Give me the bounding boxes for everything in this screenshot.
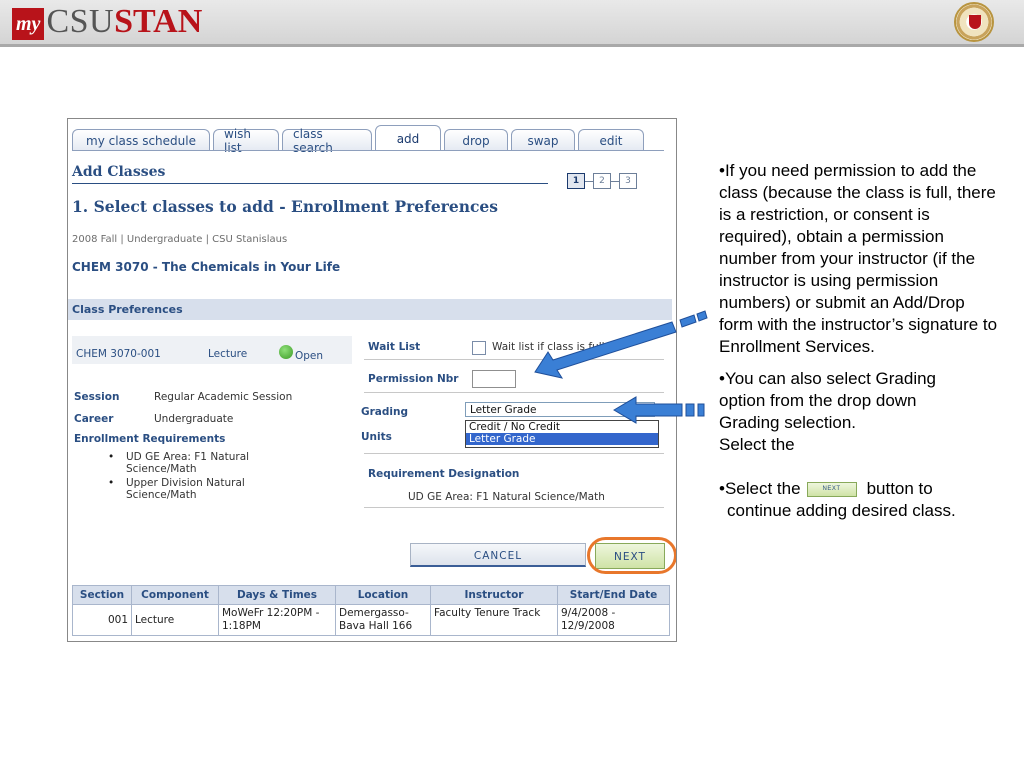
col-location: Location [335, 585, 431, 605]
wait-list-checkbox-label: Wait list if class is full [492, 341, 605, 353]
col-start-end-date: Start/End Date [557, 585, 670, 605]
course-title: CHEM 3070 - The Chemicals in Your Life [72, 260, 341, 274]
session-label: Session [74, 391, 120, 403]
cancel-button[interactable]: CANCEL [410, 543, 586, 567]
next-highlight-ring [587, 537, 676, 574]
next-note-pre: •Select the [719, 479, 801, 498]
cell-section: 001 [72, 604, 132, 636]
wait-list-label: Wait List [368, 341, 421, 353]
schedule-table: Section Component Days & Times Location … [72, 585, 670, 636]
instruction-notes: •If you need permission to add the class… [719, 160, 999, 522]
permission-note: •If you need permission to add the class… [719, 161, 998, 356]
cell-instructor: Faculty Tenure Track [430, 604, 558, 636]
grading-option-credit-no-credit[interactable]: Credit / No Credit [466, 421, 658, 433]
logo-stan: STAN [114, 3, 203, 40]
logo-csu: CSU [46, 3, 115, 40]
col-section: Section [72, 585, 132, 605]
tab-add[interactable]: add [375, 125, 441, 151]
grading-select[interactable]: Letter Grade [465, 402, 655, 417]
term-line: 2008 Fall | Undergraduate | CSU Stanisla… [72, 234, 288, 245]
logo-my: my [12, 8, 45, 40]
enrollment-screenshot: my class schedule wish list class search… [67, 118, 677, 642]
cell-component: Lecture [131, 604, 219, 636]
col-days-times: Days & Times [218, 585, 336, 605]
career-value: Undergraduate [154, 413, 234, 425]
requirement-item: Upper Division Natural Science/Math [108, 477, 308, 501]
next-note: •Select the NEXT button to continue adding… [719, 478, 972, 522]
table-header-row: Section Component Days & Times Location … [72, 585, 670, 605]
title-rule [72, 183, 548, 184]
col-component: Component [131, 585, 219, 605]
cell-location: Demergasso-Bava Hall 166 [335, 604, 431, 636]
grading-note-text: •You can also select Grading option from… [719, 369, 937, 432]
grading-dropdown-list: Credit / No Credit Letter Grade [465, 420, 659, 448]
cell-start-end-date: 9/4/2008 - 12/9/2008 [557, 604, 670, 636]
requirement-item: UD GE Area: F1 Natural Science/Math [108, 451, 308, 475]
step-2: 2 [593, 173, 611, 189]
step-heading: 1. Select classes to add - Enrollment Pr… [72, 197, 499, 216]
wait-list-checkbox[interactable] [472, 341, 486, 355]
grading-option-letter-grade[interactable]: Letter Grade [466, 433, 658, 445]
step-indicator: 1 2 3 [567, 173, 637, 189]
tab-wish-list[interactable]: wish list [213, 127, 279, 155]
class-preferences-header: Class Preferences [68, 299, 672, 320]
university-seal-icon [954, 2, 994, 42]
tab-bar: my class schedule wish list class search… [72, 125, 647, 155]
step-1: 1 [567, 173, 585, 189]
open-status-icon [279, 345, 293, 359]
requirement-designation-value: UD GE Area: F1 Natural Science/Math [408, 491, 605, 503]
page-title: Add Classes [72, 164, 166, 180]
permission-number-input[interactable] [472, 370, 516, 388]
class-summary-row: CHEM 3070-001 Lecture Open [72, 336, 352, 364]
table-row: 001 Lecture MoWeFr 12:20PM - 1:18PM Deme… [72, 604, 670, 636]
col-instructor: Instructor [430, 585, 558, 605]
mycsustan-logo: my CSU STAN [12, 4, 202, 40]
class-code: CHEM 3070-001 [76, 348, 161, 360]
requirements-list: UD GE Area: F1 Natural Science/Math Uppe… [108, 451, 308, 503]
tab-edit[interactable]: edit [578, 129, 644, 151]
session-value: Regular Academic Session [154, 391, 293, 403]
cell-days-times: MoWeFr 12:20PM - 1:18PM [218, 604, 336, 636]
permission-number-label: Permission Nbr [368, 373, 459, 385]
mini-next-button: NEXT [806, 482, 857, 498]
tab-class-search[interactable]: class search [282, 127, 372, 155]
step-3: 3 [619, 173, 637, 189]
grading-note: •You can also select Grading option from… [719, 368, 939, 456]
grading-label: Grading [361, 406, 408, 418]
class-status: Open [295, 350, 324, 362]
tab-my-class-schedule[interactable]: my class schedule [72, 129, 210, 151]
class-component: Lecture [208, 348, 248, 360]
grading-note-tail: Select the [719, 435, 795, 454]
tab-drop[interactable]: drop [444, 129, 508, 151]
units-label: Units [361, 431, 392, 443]
header-bar: my CSU STAN [0, 0, 1024, 47]
requirement-designation-label: Requirement Designation [368, 468, 520, 480]
career-label: Career [74, 413, 114, 425]
enrollment-requirements-label: Enrollment Requirements [74, 433, 226, 445]
tab-divider [72, 150, 664, 151]
tab-swap[interactable]: swap [511, 129, 575, 151]
